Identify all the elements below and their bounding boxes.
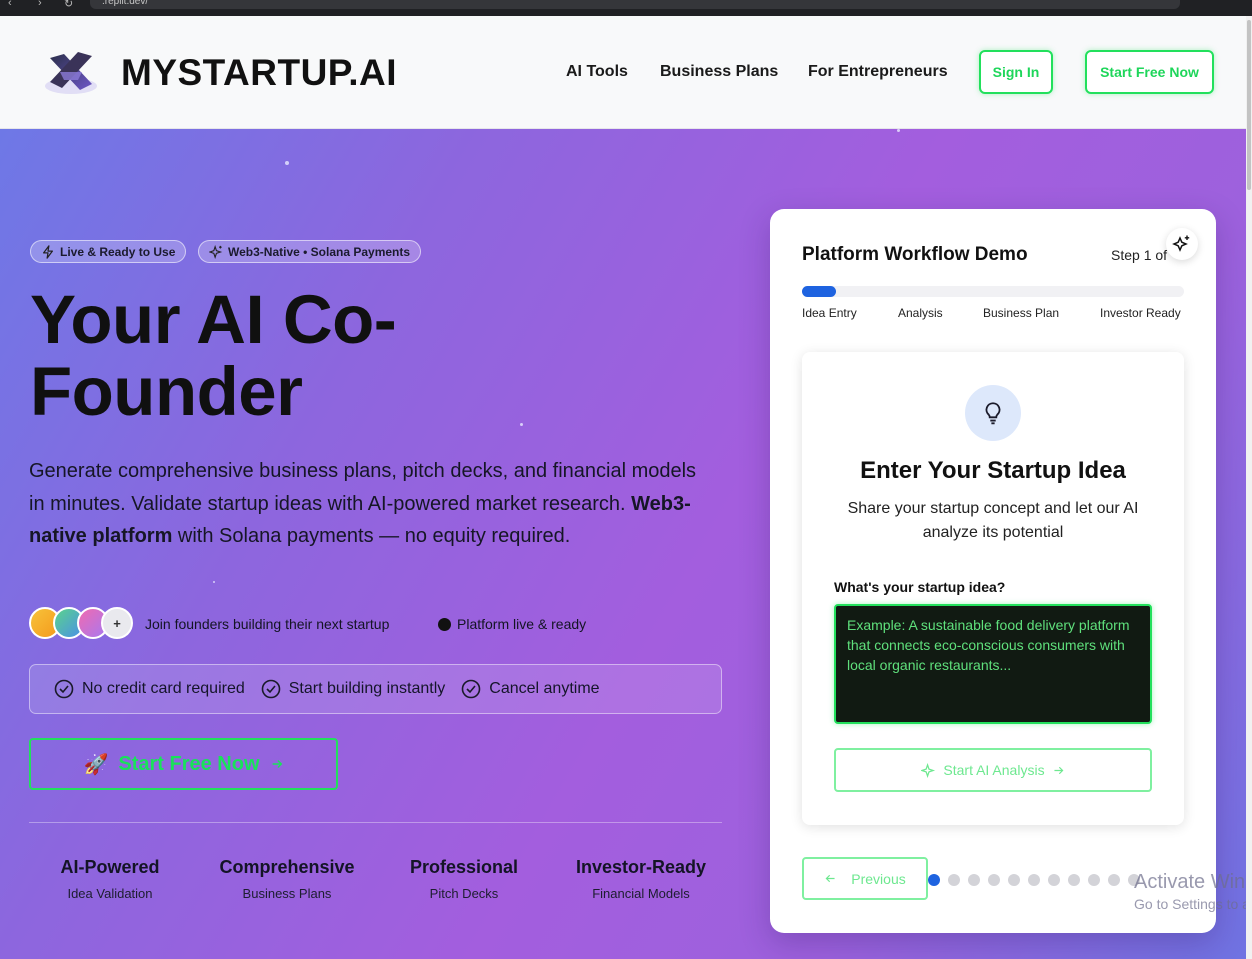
live-status-dot	[438, 618, 451, 631]
stage-label: Business Plan	[983, 306, 1060, 320]
benefits-bar: No credit card required Start building i…	[29, 664, 722, 714]
stat-item: Comprehensive Business Plans	[197, 857, 377, 901]
logo-icon[interactable]	[42, 46, 100, 98]
founder-avatars: +	[29, 607, 139, 640]
stat-item: AI-Powered Idea Validation	[20, 857, 200, 901]
start-free-header-button[interactable]: Start Free Now	[1085, 50, 1214, 94]
ai-sparkle-button[interactable]	[1166, 228, 1198, 260]
arrow-right-icon	[1054, 766, 1064, 774]
stat-item: Investor-Ready Financial Models	[551, 857, 731, 901]
sparkle-icon	[209, 244, 223, 259]
step-dot[interactable]	[928, 874, 940, 886]
idea-card-title: Enter Your Startup Idea	[860, 457, 1126, 484]
step-dot[interactable]	[968, 874, 980, 886]
arrow-left-icon	[825, 874, 835, 883]
nav-business-plans[interactable]: Business Plans	[660, 63, 778, 81]
stat-title: Investor-Ready	[575, 857, 707, 877]
workflow-demo-card: Platform Workflow Demo Step 1 of Idea En…	[770, 209, 1216, 933]
platform-live-text: Platform live & ready	[457, 616, 587, 632]
step-dot[interactable]	[1048, 874, 1060, 886]
step-dot[interactable]	[988, 874, 1000, 886]
step-dots	[928, 874, 1148, 886]
hero-description: Generate comprehensive business plans, p…	[29, 455, 709, 553]
cta-label: Start Free Now	[118, 752, 260, 775]
lightbulb-icon	[965, 385, 1021, 441]
idea-entry-card: Enter Your Startup Idea Share your start…	[802, 352, 1184, 825]
step-dot[interactable]	[1008, 874, 1020, 886]
benefit-label: No credit card required	[82, 680, 245, 697]
hero-section: Live & Ready to Use Web3-Native • Solana…	[0, 129, 1246, 959]
reload-icon[interactable]: ↻	[64, 0, 73, 10]
analysis-button-label: Start AI Analysis	[943, 762, 1045, 778]
browser-toolbar: ‹ › ↻ .replit.dev/	[0, 0, 1252, 16]
badge-live: Live & Ready to Use	[30, 240, 187, 263]
check-circle-icon	[461, 679, 481, 699]
sign-in-button[interactable]: Sign In	[979, 50, 1053, 94]
stage-label: Analysis	[898, 306, 943, 320]
address-bar[interactable]: .replit.dev/	[90, 0, 1180, 9]
stat-subtitle: Business Plans	[242, 886, 332, 901]
decorative-star	[285, 161, 289, 165]
lightning-icon	[43, 244, 53, 259]
scrollbar-thumb[interactable]	[1247, 20, 1251, 190]
step-dot[interactable]	[948, 874, 960, 886]
workflow-progress-bar	[802, 286, 1184, 297]
previous-button[interactable]: Previous	[802, 857, 928, 900]
sparkle-icon	[921, 762, 936, 778]
decorative-star	[213, 581, 215, 583]
nav-for-entrepreneurs[interactable]: For Entrepreneurs	[808, 63, 948, 81]
check-circle-icon	[261, 679, 281, 699]
benefit-item: Start building instantly	[261, 679, 446, 699]
benefit-item: No credit card required	[54, 679, 245, 699]
brand-name[interactable]: MYSTARTUP.AI	[121, 52, 397, 94]
badge-live-label: Live & Ready to Use	[60, 244, 176, 259]
hero-description-part2: with Solana payments — no equity require…	[177, 525, 571, 547]
hero-description-part1: Generate comprehensive business plans, p…	[29, 460, 697, 515]
demo-title: Platform Workflow Demo	[802, 244, 1028, 265]
nav-ai-tools[interactable]: AI Tools	[566, 63, 628, 81]
stat-subtitle: Financial Models	[592, 886, 690, 901]
sparkle-icon	[1172, 235, 1190, 252]
watermark-line1: Activate Windows	[1134, 871, 1246, 893]
benefit-label: Cancel anytime	[489, 680, 600, 697]
stat-item: Professional Pitch Decks	[374, 857, 554, 901]
decorative-star	[897, 129, 900, 132]
arrow-right-icon	[272, 760, 282, 768]
badge-web3-label: Web3-Native • Solana Payments	[228, 244, 411, 259]
check-circle-icon	[54, 679, 74, 699]
startup-idea-input[interactable]	[834, 604, 1152, 724]
idea-card-subtitle: Share your startup concept and let our A…	[847, 500, 1139, 541]
start-free-hero-button[interactable]: 🚀 Start Free Now	[29, 738, 338, 790]
previous-label: Previous	[851, 870, 906, 887]
benefit-item: Cancel anytime	[461, 679, 600, 699]
back-icon[interactable]: ‹	[8, 0, 12, 9]
stat-title: AI-Powered	[60, 857, 160, 877]
step-dot[interactable]	[1028, 874, 1040, 886]
windows-activation-watermark: Activate Windows Go to Settings to activ…	[1134, 871, 1246, 912]
watermark-line2: Go to Settings to activate Windows.	[1134, 896, 1246, 912]
site-header: MYSTARTUP.AI AI Tools Business Plans For…	[0, 16, 1246, 129]
benefit-label: Start building instantly	[288, 680, 446, 697]
stat-title: Professional	[409, 857, 519, 877]
join-founders-text: Join founders building their next startu…	[145, 616, 390, 632]
stat-title: Comprehensive	[219, 857, 355, 877]
badge-web3: Web3-Native • Solana Payments	[198, 240, 422, 263]
stat-subtitle: Pitch Decks	[429, 886, 499, 901]
stage-label: Investor Ready	[1100, 306, 1181, 320]
scrollbar[interactable]	[1246, 16, 1252, 959]
start-ai-analysis-button[interactable]: Start AI Analysis	[834, 748, 1152, 792]
progress-fill	[802, 286, 837, 297]
section-divider	[29, 822, 722, 823]
step-dot[interactable]	[1068, 874, 1080, 886]
demo-step-indicator: Step 1 of	[1111, 247, 1168, 263]
step-dot[interactable]	[1108, 874, 1120, 886]
hero-title: Your AI Co-Founder	[30, 281, 397, 430]
stage-label: Idea Entry	[802, 306, 857, 320]
forward-icon[interactable]: ›	[38, 0, 42, 9]
stat-subtitle: Idea Validation	[67, 886, 153, 901]
rocket-icon: 🚀	[83, 753, 109, 776]
step-dot[interactable]	[1088, 874, 1100, 886]
avatar-more: +	[101, 607, 133, 639]
idea-field-label: What's your startup idea?	[834, 579, 1006, 595]
